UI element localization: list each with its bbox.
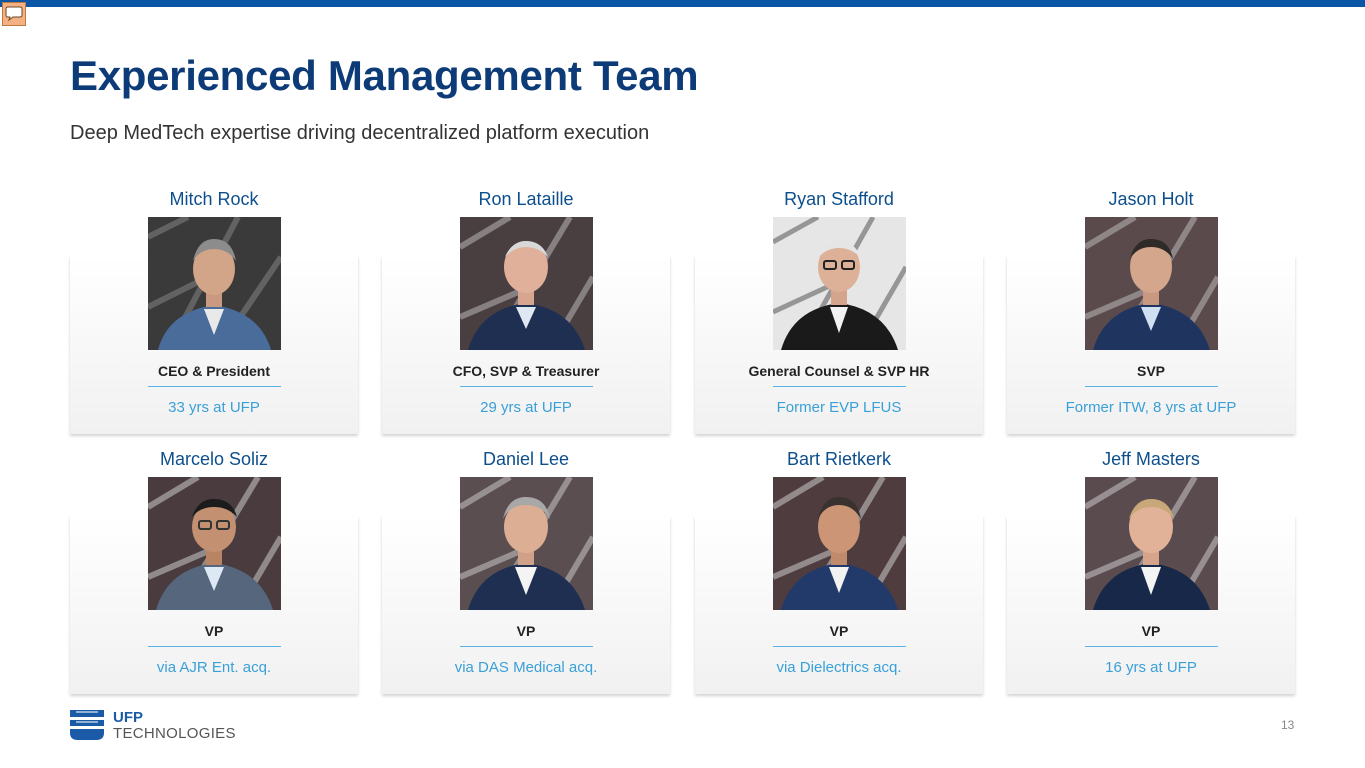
company-logo: UFP TECHNOLOGIES — [70, 709, 245, 742]
divider — [773, 386, 906, 387]
slide-title: Experienced Management Team — [70, 52, 699, 99]
member-name: Daniel Lee — [482, 449, 570, 469]
member-tenure: 29 yrs at UFP — [480, 399, 572, 416]
member-tenure: Former ITW, 8 yrs at UFP — [1065, 399, 1237, 416]
divider — [773, 646, 906, 647]
page-number: 13 — [1281, 718, 1295, 732]
member-role: SVP — [1136, 363, 1165, 379]
member-tenure: via Dielectrics acq. — [776, 659, 902, 676]
member-role: VP — [204, 623, 224, 639]
team-card: Jeff Masters VP 16 yrs at UFP — [1007, 449, 1295, 694]
member-tenure: via DAS Medical acq. — [454, 659, 598, 676]
member-role: CEO & President — [157, 363, 271, 379]
divider — [460, 646, 593, 647]
member-tenure: Former EVP LFUS — [776, 399, 902, 416]
divider — [148, 646, 281, 647]
logo-tagline: TECHNOLOGIES — [113, 725, 236, 742]
member-role: General Counsel & SVP HR — [748, 363, 930, 379]
member-photo — [773, 217, 906, 350]
comment-icon[interactable] — [2, 2, 26, 26]
team-card: Daniel Lee VP via DAS Medical acq. — [382, 449, 670, 694]
member-name: Bart Rietkerk — [786, 449, 892, 469]
member-photo — [773, 477, 906, 610]
member-name: Jason Holt — [1108, 189, 1194, 209]
member-role: VP — [1141, 623, 1161, 639]
member-role: VP — [829, 623, 849, 639]
team-card: Ryan Stafford General Counsel & SVP HR F… — [695, 189, 983, 434]
member-photo — [460, 477, 593, 610]
member-tenure: 33 yrs at UFP — [168, 399, 260, 416]
member-role: VP — [516, 623, 536, 639]
member-photo — [460, 217, 593, 350]
divider — [148, 386, 281, 387]
divider — [460, 386, 593, 387]
member-tenure: 16 yrs at UFP — [1105, 659, 1197, 676]
ufp-logo-mark — [70, 710, 104, 740]
member-photo — [1085, 477, 1218, 610]
logo-wordmark: UFP — [113, 709, 143, 726]
team-card: Jason Holt SVP Former ITW, 8 yrs at UFP — [1007, 189, 1295, 434]
member-photo — [1085, 217, 1218, 350]
team-card: Mitch Rock CEO & President 33 yrs at UFP — [70, 189, 358, 434]
member-name: Ron Lataille — [478, 189, 574, 209]
divider — [1085, 386, 1218, 387]
slide-subtitle: Deep MedTech expertise driving decentral… — [70, 122, 650, 144]
member-tenure: via AJR Ent. acq. — [156, 659, 272, 676]
member-name: Marcelo Soliz — [159, 449, 269, 469]
member-name: Ryan Stafford — [784, 189, 894, 209]
top-accent-bar — [0, 0, 1365, 7]
team-card: Marcelo Soliz VP via AJR Ent. acq. — [70, 449, 358, 694]
member-name: Mitch Rock — [169, 189, 259, 209]
team-card: Ron Lataille CFO, SVP & Treasurer 29 yrs… — [382, 189, 670, 434]
team-card: Bart Rietkerk VP via Dielectrics acq. — [695, 449, 983, 694]
member-name: Jeff Masters — [1102, 449, 1200, 469]
member-photo — [148, 217, 281, 350]
member-photo — [148, 477, 281, 610]
divider — [1085, 646, 1218, 647]
member-role: CFO, SVP & Treasurer — [452, 363, 600, 379]
